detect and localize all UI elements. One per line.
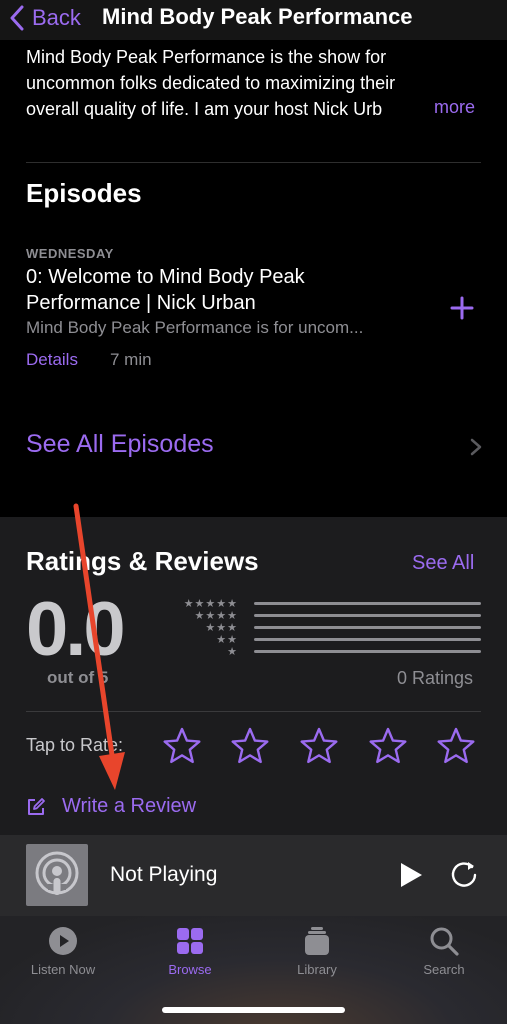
episode-title[interactable]: 0: Welcome to Mind Body Peak Performance…	[26, 264, 426, 316]
divider	[26, 711, 481, 712]
episode-duration: 7 min	[110, 350, 152, 369]
divider	[26, 162, 481, 163]
search-icon	[430, 927, 459, 956]
episode-summary: Mind Body Peak Performance is for uncom.…	[26, 318, 364, 337]
star-row: ★★★	[205, 622, 238, 634]
episode-day: WEDNESDAY	[26, 246, 114, 261]
description-line-truncated: overall quality of life. I am your host …	[26, 96, 426, 122]
plus-icon[interactable]	[449, 295, 475, 321]
ratings-heading: Ratings & Reviews	[26, 546, 259, 576]
player-status: Not Playing	[110, 863, 218, 886]
rate-star-2-icon[interactable]	[230, 726, 270, 766]
average-rating: 0.0	[26, 587, 126, 672]
rate-star-4-icon[interactable]	[368, 726, 408, 766]
write-review-button[interactable]: Write a Review	[26, 795, 196, 818]
compose-icon	[28, 797, 45, 815]
tab-library[interactable]: Library	[267, 926, 367, 977]
page-title: Mind Body Peak Performance	[102, 4, 413, 29]
star-row: ★★★★	[194, 610, 238, 622]
rate-star-1-icon[interactable]	[162, 726, 202, 766]
star-row: ★★	[216, 634, 238, 646]
rating-bar	[254, 638, 481, 641]
see-all-reviews-link[interactable]: See All	[412, 552, 474, 575]
rating-bar	[254, 650, 481, 653]
write-review-label: Write a Review	[62, 795, 197, 817]
chevron-left-icon	[10, 5, 24, 31]
rate-star-5-icon[interactable]	[436, 726, 476, 766]
ratings-count: 0 Ratings	[397, 668, 474, 688]
grid-icon	[177, 928, 203, 954]
chevron-right-icon	[470, 438, 482, 456]
tab-label: Browse	[168, 962, 212, 977]
star-row: ★★★★★	[183, 598, 238, 610]
episodes-heading: Episodes	[26, 178, 142, 208]
rating-distribution-bars	[254, 602, 481, 662]
star-breakdown-labels: ★★★★★ ★★★★ ★★★ ★★ ★	[170, 598, 238, 658]
tap-to-rate-label: Tap to Rate:	[26, 735, 124, 755]
star-row: ★	[227, 646, 238, 658]
artwork-placeholder	[26, 844, 88, 906]
tap-to-rate-stars	[162, 726, 482, 766]
rating-bar	[254, 614, 481, 617]
tab-label: Library	[297, 962, 337, 977]
description-line: overall quality of life. I am your host …	[26, 99, 383, 119]
description-line: Mind Body Peak Performance is the show f…	[26, 47, 387, 67]
tab-listen-now[interactable]: Listen Now	[13, 926, 113, 977]
navigation-bar: Back Mind Body Peak Performance	[0, 0, 507, 40]
rating-scale-label: out of 5	[47, 668, 109, 687]
more-link[interactable]: more	[434, 97, 475, 118]
home-indicator[interactable]	[162, 1007, 345, 1013]
tab-search[interactable]: Search	[394, 926, 494, 977]
rating-bar	[254, 626, 481, 629]
play-icon[interactable]	[398, 861, 424, 889]
mini-player[interactable]: Not Playing	[0, 835, 507, 916]
podcasts-icon	[35, 851, 79, 895]
back-label: Back	[32, 5, 81, 30]
tab-label: Listen Now	[30, 962, 96, 977]
rating-bar	[254, 602, 481, 605]
rate-star-3-icon[interactable]	[299, 726, 339, 766]
episode-details-link[interactable]: Details	[26, 350, 78, 370]
episode-title-line: Performance | Nick Urban	[26, 292, 256, 314]
stack-icon	[305, 927, 329, 955]
skip-forward-icon[interactable]	[448, 859, 480, 891]
tab-label: Search	[423, 962, 465, 977]
show-description: Mind Body Peak Performance is the show f…	[26, 44, 481, 122]
episode-title-line: 0: Welcome to Mind Body Peak	[26, 266, 305, 288]
see-all-episodes-link[interactable]: See All Episodes	[26, 430, 214, 459]
description-line: uncommon folks dedicated to maximizing t…	[26, 73, 396, 93]
play-circle-icon	[49, 927, 77, 955]
text-fade	[386, 96, 426, 122]
tab-browse[interactable]: Browse	[140, 926, 240, 977]
back-button[interactable]: Back	[8, 3, 81, 33]
